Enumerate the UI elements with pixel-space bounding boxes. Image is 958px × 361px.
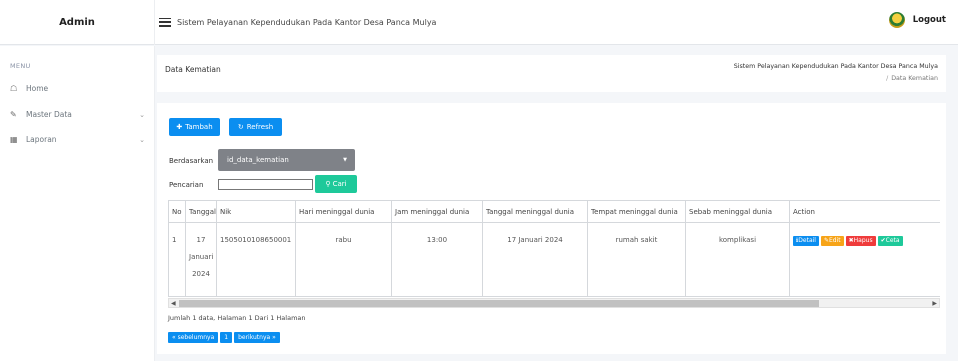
refresh-icon: ↻ (237, 123, 244, 131)
column-header: Hari meninggal dunia (295, 200, 392, 223)
print-button-label: Ceta (885, 237, 900, 244)
cell-tanggal: 17 Januari 2024 (185, 222, 217, 297)
scroll-left-icon[interactable]: ◀ (171, 299, 176, 308)
top-navbar: Admin Sistem Pelayanan Kependudukan Pada… (0, 0, 958, 45)
breadcrumb-current-label: Data Kematian (891, 75, 938, 82)
column-header: Tempat meninggal dunia (587, 200, 686, 223)
brand-title: Admin (0, 0, 155, 45)
breadcrumb-current: / Data Kematian (886, 75, 938, 82)
page-header: Data Kematian Sistem Pelayanan Kependudu… (157, 55, 946, 92)
cell-tempat: rumah sakit (587, 222, 686, 297)
scrollbar-thumb[interactable] (179, 300, 819, 307)
column-header: Tanggal (185, 200, 217, 223)
scroll-right-icon[interactable]: ▶ (932, 299, 937, 308)
table-row: 1 17 Januari 2024 1505010108650001 rabu … (168, 222, 940, 297)
sidebar: MENU ☖ Home ✎ Master Data ⌄ ▦ Laporan ⌄ (0, 46, 155, 361)
breadcrumb-root[interactable]: Sistem Pelayanan Kependudukan Pada Kanto… (734, 63, 938, 70)
data-table-container[interactable]: No Tanggal Nik Hari meninggal dunia Jam … (168, 200, 940, 298)
edit-button-label: Edit (829, 237, 841, 244)
search-input[interactable] (218, 179, 313, 190)
edit-button[interactable]: ✎Edit (820, 236, 844, 246)
sidebar-item-home[interactable]: ☖ Home (10, 84, 145, 93)
based-on-label: Berdasarkan (169, 157, 214, 165)
refresh-button-label: Refresh (246, 123, 274, 131)
add-button-label: Tambah (185, 123, 213, 131)
current-page-button[interactable]: 1 (220, 332, 233, 343)
cell-action: ℹDetail ✎Edit ✖Hapus ✔Ceta (789, 222, 940, 297)
cell-hari: rabu (295, 222, 392, 297)
breadcrumb-separator: / (886, 75, 889, 82)
caret-down-icon: ▼ (343, 157, 347, 163)
edit-icon: ✎ (10, 110, 17, 119)
sidebar-item-laporan[interactable]: ▦ Laporan ⌄ (10, 135, 145, 144)
detail-button[interactable]: ℹDetail (793, 236, 819, 246)
menu-label: MENU (10, 62, 31, 70)
sidebar-item-label: Master Data (26, 110, 72, 119)
next-page-button[interactable]: berikutnya » (234, 332, 280, 343)
cell-sebab: komplikasi (685, 222, 790, 297)
sidebar-item-label: Home (26, 84, 49, 93)
cell-nik: 1505010108650001 (216, 222, 296, 297)
column-header: Jam meninggal dunia (391, 200, 483, 223)
chevron-down-icon: ⌄ (139, 135, 145, 144)
column-header: No (168, 200, 186, 223)
home-icon: ☖ (10, 84, 18, 93)
search-button[interactable]: ⚲ Cari (315, 175, 357, 193)
cell-no: 1 (168, 222, 186, 297)
search-button-label: Cari (332, 180, 347, 188)
village-logo-icon (888, 12, 905, 28)
calendar-icon: ▦ (10, 135, 18, 144)
column-header: Nik (216, 200, 296, 223)
cell-jam: 13:00 (391, 222, 483, 297)
content-panel: ✚ Tambah ↻ Refresh Berdasarkan id_data_k… (157, 103, 946, 354)
page-title: Data Kematian (165, 65, 221, 74)
chevron-down-icon: ⌄ (139, 110, 145, 119)
column-header: Tanggal meninggal dunia (482, 200, 588, 223)
prev-page-button[interactable]: « sebelumnya (168, 332, 219, 343)
delete-button[interactable]: ✖Hapus (845, 236, 876, 246)
detail-button-label: Detail (798, 237, 816, 244)
add-button[interactable]: ✚ Tambah (169, 118, 220, 136)
data-summary: Jumlah 1 data, Halaman 1 Dari 1 Halaman (168, 314, 306, 322)
search-label: Pencarian (169, 181, 204, 189)
based-on-select[interactable]: id_data_kematian ▼ (218, 149, 355, 171)
plus-icon: ✚ (176, 123, 183, 131)
column-header: Sebab meninggal dunia (685, 200, 790, 223)
horizontal-scrollbar[interactable]: ◀ ▶ (168, 298, 940, 308)
sidebar-item-master-data[interactable]: ✎ Master Data ⌄ (10, 110, 145, 119)
print-button[interactable]: ✔Ceta (877, 236, 903, 246)
sidebar-item-label: Laporan (26, 135, 57, 144)
refresh-button[interactable]: ↻ Refresh (229, 118, 282, 136)
delete-button-label: Hapus (853, 237, 873, 244)
pagination: « sebelumnya 1 berikutnya » (168, 332, 282, 343)
menu-toggle-icon[interactable] (159, 17, 171, 27)
based-on-select-value: id_data_kematian (227, 156, 289, 164)
death-data-table: No Tanggal Nik Hari meninggal dunia Jam … (168, 200, 940, 297)
logout-link[interactable]: Logout (913, 15, 946, 25)
search-icon: ⚲ (325, 180, 331, 188)
system-title: Sistem Pelayanan Kependudukan Pada Kanto… (177, 17, 437, 27)
table-header-row: No Tanggal Nik Hari meninggal dunia Jam … (168, 200, 940, 223)
cell-tanggal-meninggal: 17 Januari 2024 (482, 222, 588, 297)
logout-area[interactable]: Logout (888, 12, 946, 28)
column-header: Action (789, 200, 940, 223)
